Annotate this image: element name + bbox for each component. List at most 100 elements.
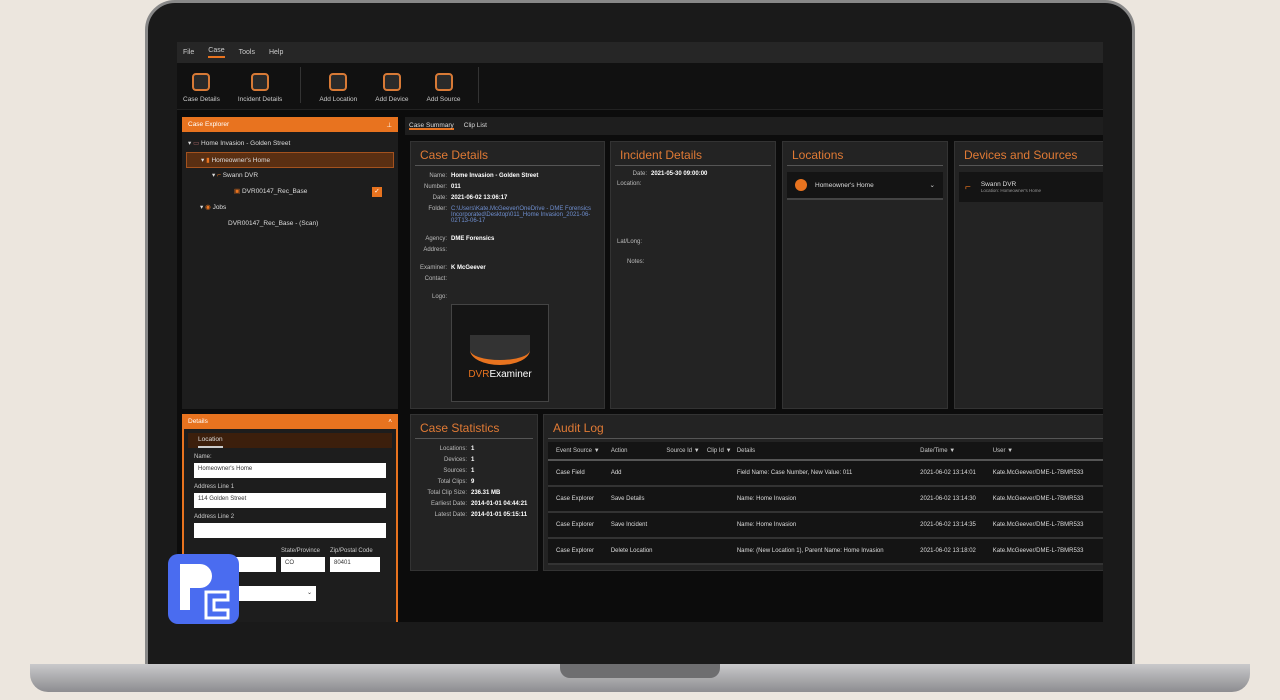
device-location: Location: Homeowner's Home [980, 188, 1041, 193]
tab-clip-list[interactable]: Clip List [464, 122, 487, 130]
label: Swann DVR [222, 172, 259, 179]
table-cell: Field Name: Case Number, New Value: 011 [736, 460, 921, 487]
table-row[interactable]: Case Explorer Delete Location Name: (New L… [548, 538, 1103, 565]
field-value: 1 [471, 457, 475, 463]
ribbon: Case Details Incident Details Add Locati… [177, 63, 1103, 110]
column-header[interactable]: Event Source ▼ [548, 442, 611, 461]
tree-job[interactable]: DVR00147_Rec_Base - (Scan) [186, 216, 394, 232]
device-add-icon [382, 73, 401, 91]
filter-icon[interactable]: ▼ [726, 448, 732, 454]
table-cell: Kate.McGeever/DME-L-7BMR533 [992, 538, 1103, 565]
zip-input[interactable]: 80401 [330, 557, 380, 572]
label: Date/Time [920, 447, 948, 454]
warning-edit-icon [251, 73, 270, 91]
label: Homeowner's Home [815, 181, 874, 189]
state-input[interactable]: CO [281, 557, 325, 572]
panel-title: Case Explorer [188, 121, 230, 128]
label: Homeowner's Home [211, 157, 271, 164]
label: Add Source [426, 96, 461, 103]
label: DVR00147_Rec_Base [241, 188, 308, 195]
tree-jobs[interactable]: ▾ ◉ Jobs [186, 200, 394, 216]
laptop-notch [560, 664, 720, 678]
devices-panel: Devices and Sources ⌐ Swann DVR Location:… [954, 141, 1103, 409]
tree-case[interactable]: ▾ ▭ Home Invasion - Golden Street [186, 136, 394, 152]
details-header[interactable]: Details ˄ [182, 414, 398, 429]
date-value: 2021-05-30 09:00:00 [651, 171, 708, 177]
table-cell: 2021-06-02 13:14:30 [920, 486, 993, 513]
tree-location[interactable]: ▾ ▮ Homeowner's Home [186, 152, 394, 168]
column-header[interactable]: Action [610, 442, 667, 461]
field-label: Contact: [424, 276, 447, 282]
case-details-button[interactable]: Case Details [183, 73, 220, 103]
table-cell: 2021-06-02 13:14:01 [920, 460, 993, 487]
table-cell: Delete Location [610, 538, 667, 565]
field-value: 1 [471, 446, 475, 452]
pin-icon[interactable]: ⊥ [386, 121, 392, 129]
menu-file[interactable]: File [183, 49, 194, 56]
tree-device[interactable]: ▾ ⌐ Swann DVR [186, 168, 394, 184]
menu-tools[interactable]: Tools [239, 49, 255, 56]
field-row: Sources: 1 [415, 468, 533, 474]
filter-icon[interactable]: ▼ [949, 448, 955, 454]
add-location-button[interactable]: Add Location [319, 73, 357, 103]
table-cell: 2021-06-02 13:14:35 [920, 512, 993, 539]
tab-case-summary[interactable]: Case Summary [409, 122, 454, 130]
label: Jobs [212, 204, 227, 211]
field-label: Number: [423, 184, 447, 190]
divider [300, 67, 302, 103]
table-cell: Case Explorer [548, 538, 611, 565]
dvr-icon: ⌐ [965, 181, 971, 193]
table-cell [666, 486, 707, 513]
name-input[interactable]: Homeowner's Home [194, 463, 386, 478]
menu-help[interactable]: Help [269, 49, 283, 56]
name-label: Name: [194, 454, 212, 460]
table-cell [666, 538, 707, 565]
filter-icon[interactable]: ▼ [1007, 448, 1013, 454]
table-cell: Kate.McGeever/DME-L-7BMR533 [992, 460, 1103, 487]
incident-details-button[interactable]: Incident Details [238, 73, 282, 103]
address1-label: Address Line 1 [194, 484, 235, 490]
panel-title: Devices and Sources [959, 142, 1103, 166]
label: Add Location [319, 96, 358, 103]
table-row[interactable]: Case Explorer Save Details Name: Home Inva… [548, 486, 1103, 513]
field-value: 2014-01-01 04:44:21 [471, 501, 528, 507]
column-header[interactable]: Details [736, 442, 921, 461]
table-row[interactable]: Case Field Add Field Name: Case Number, Ne… [548, 460, 1103, 487]
address1-input[interactable]: 114 Golden Street [194, 493, 386, 508]
tab-location[interactable]: Location [188, 433, 392, 448]
column-header[interactable]: User ▼ [992, 442, 1103, 461]
field-value [451, 276, 600, 282]
field-label: Earliest Date: [430, 501, 467, 507]
location-item[interactable]: Homeowner's Home ⌄ [787, 172, 943, 200]
address2-input[interactable] [194, 523, 386, 538]
field-label: Date: [432, 195, 447, 201]
label: DVR00147_Rec_Base - (Scan) [228, 220, 319, 227]
field-label: Devices: [443, 457, 467, 463]
add-source-button[interactable]: Add Source [426, 73, 461, 103]
menu-case[interactable]: Case [208, 47, 225, 58]
column-header[interactable]: Clip Id ▼ [706, 442, 737, 461]
field-row: Examiner: K McGeever [415, 265, 600, 271]
column-header[interactable]: Date/Time ▼ [920, 442, 993, 461]
chevron-down-icon[interactable]: ⌄ [930, 181, 935, 189]
table-row[interactable]: Case Explorer Save Incident Name: Home Inv… [548, 512, 1103, 539]
divider [478, 67, 480, 103]
field-value [451, 247, 600, 253]
field-value[interactable]: C:\Users\Kate.McGeever\OneDrive - DME Fo… [451, 206, 600, 224]
pc-watermark-logo [168, 554, 239, 624]
chevron-up-icon[interactable]: ˄ [388, 418, 392, 425]
filter-icon[interactable]: ▼ [694, 448, 700, 454]
panel-title: Case Details [415, 142, 600, 166]
device-item[interactable]: ⌐ Swann DVR Location: Homeowner's Home [959, 172, 1103, 202]
case-explorer-header[interactable]: Case Explorer ⊥ [182, 117, 398, 132]
column-header[interactable]: Source Id ▼ [666, 442, 707, 461]
panel-title: Case Statistics [415, 415, 533, 439]
source-checkbox[interactable]: ✓ [372, 187, 382, 197]
field-label: Total Clips: [437, 479, 467, 485]
add-device-button[interactable]: Add Device [375, 73, 409, 103]
label: Incident Details [237, 96, 283, 103]
filter-icon[interactable]: ▼ [594, 448, 600, 454]
tree-source[interactable]: ▣ DVR00147_Rec_Base ✓ [186, 184, 394, 200]
field-value: 2014-01-01 05:15:11 [471, 512, 528, 518]
field-row: Total Clip Size: 236.31 MB [415, 490, 533, 496]
